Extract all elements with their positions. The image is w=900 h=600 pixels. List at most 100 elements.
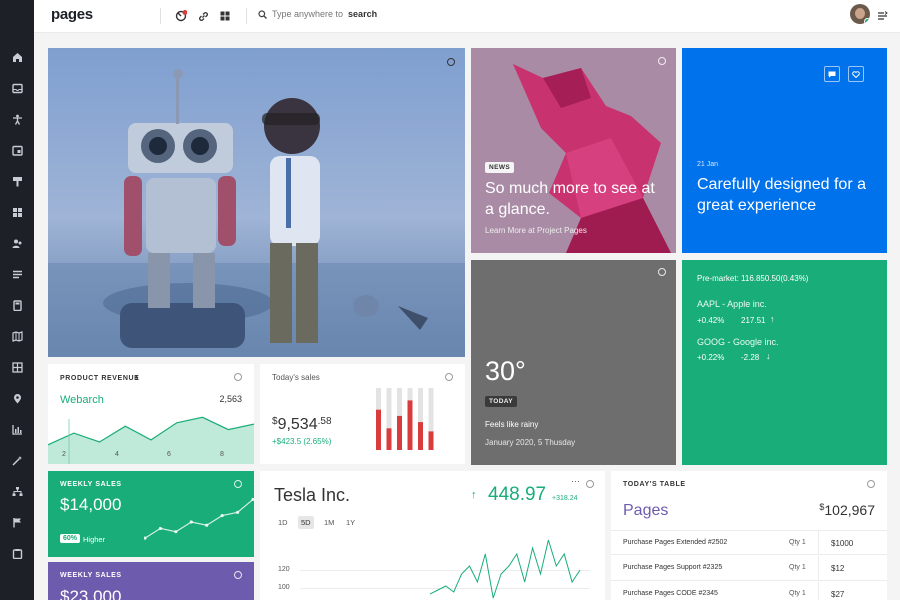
x-tick-label: 2 <box>62 451 66 458</box>
weekly-sales-point <box>189 520 193 524</box>
table-total: $102,967 <box>819 502 875 520</box>
row-price: $1000 <box>831 539 854 548</box>
calculator-icon[interactable] <box>8 296 26 314</box>
notification-icon[interactable] <box>174 9 188 23</box>
stock-name: GOOG - Google inc. <box>697 337 779 347</box>
map-icon[interactable] <box>8 327 26 345</box>
table-row[interactable]: Purchase Pages CODE #2345 Qty 1 $27 <box>611 582 887 600</box>
percent-badge: 60% <box>60 534 81 543</box>
more-icon[interactable]: ··· <box>571 476 580 486</box>
weekly-sales-title: WEEKLY SALES <box>60 481 122 488</box>
range-tab-1d[interactable]: 1D <box>278 518 288 527</box>
card-refresh-icon[interactable] <box>658 268 666 276</box>
sales-bar <box>428 431 434 450</box>
arrow-down-icon: ↓ <box>766 351 771 361</box>
card-refresh-icon[interactable] <box>586 480 594 488</box>
feature-headline: Carefully designed for a great experienc… <box>697 176 866 214</box>
news-link[interactable]: Learn More at Project Pages <box>485 226 587 235</box>
card-refresh-icon[interactable] <box>658 57 666 65</box>
brush-icon[interactable] <box>8 172 26 190</box>
weather-date: January 2020, 5 Thusday <box>485 438 576 447</box>
card-refresh-icon[interactable] <box>234 571 242 579</box>
range-tab-1y[interactable]: 1Y <box>346 518 355 527</box>
card-refresh-icon[interactable] <box>867 480 875 488</box>
divider <box>160 8 161 24</box>
revenue-title: PRODUCT REVENUE <box>60 375 140 382</box>
weekly-sales-point <box>220 513 224 518</box>
weekly-sales-title: WEEKLY SALES <box>60 572 122 579</box>
pin-icon[interactable] <box>8 389 26 407</box>
sales-whole: 9,534 <box>277 416 318 433</box>
weekly-sales-value: $23,000 <box>60 587 122 600</box>
robot-boy-illustration <box>48 48 465 357</box>
avatar[interactable] <box>850 4 870 24</box>
weekly-sales-point <box>174 530 178 534</box>
inbox-icon[interactable] <box>8 79 26 97</box>
weekly-sales-point <box>205 523 209 527</box>
stock-change: +0.42% <box>697 316 725 325</box>
card-refresh-icon[interactable] <box>234 373 242 381</box>
x-tick-label: 6 <box>167 451 171 458</box>
weather-condition: Feels like rainy <box>485 420 539 429</box>
table-row[interactable]: Purchase Pages Extended #2502 Qty 1 $100… <box>611 530 887 555</box>
users-icon[interactable] <box>8 234 26 252</box>
table-icon[interactable] <box>8 358 26 376</box>
sales-change: +$423.5 (2.65%) <box>272 437 332 446</box>
search-icon <box>258 9 267 19</box>
lines-icon[interactable] <box>8 265 26 283</box>
origami-illustration <box>471 48 676 253</box>
revenue-company: Webarch <box>60 394 104 406</box>
magic-icon[interactable] <box>8 451 26 469</box>
y-tick-label: 120 <box>278 566 290 573</box>
stock-name: AAPL - Apple inc. <box>697 299 767 309</box>
heart-icon[interactable] <box>848 66 864 82</box>
sales-bar <box>397 415 402 450</box>
news-badge: NEWS <box>485 162 515 173</box>
quickview-toggle-icon[interactable] <box>875 9 889 23</box>
stock-value: 217.51 <box>741 316 766 325</box>
chart-icon[interactable] <box>8 420 26 438</box>
weekly-sales-card-purple: WEEKLY SALES $23,000 <box>48 562 254 600</box>
card-refresh-icon[interactable] <box>447 58 455 66</box>
calendar-icon[interactable] <box>8 141 26 159</box>
flag-icon[interactable] <box>8 513 26 531</box>
home-icon[interactable] <box>8 48 26 66</box>
sitemap-icon[interactable] <box>8 482 26 500</box>
row-price: $27 <box>831 590 845 599</box>
clipboard-icon[interactable] <box>8 544 26 562</box>
comment-icon[interactable] <box>824 66 840 82</box>
app-logo[interactable]: pages <box>51 6 93 23</box>
search-placeholder: Type anywhere to <box>272 9 344 19</box>
row-qty: Qty 1 <box>789 564 806 571</box>
sidebar <box>0 0 34 600</box>
chevron-right-icon[interactable]: › <box>135 372 139 384</box>
table-title: TODAY'S TABLE <box>623 481 686 488</box>
online-status-dot <box>864 18 870 24</box>
stock-value: -2.28 <box>741 353 760 362</box>
search-bar[interactable]: Type anywhere to search <box>258 9 377 19</box>
range-tab-1m[interactable]: 1M <box>324 518 334 527</box>
top-header: pages Type anywhere to search <box>34 0 900 33</box>
card-refresh-icon[interactable] <box>445 373 453 381</box>
range-tab-5d[interactable]: 5D <box>298 516 314 529</box>
apps-icon[interactable] <box>218 9 232 23</box>
grid-icon[interactable] <box>8 203 26 221</box>
x-tick-label: 8 <box>220 451 224 458</box>
row-item: Purchase Pages CODE #2345 <box>623 590 718 597</box>
news-headline: So much more to see at a glance. <box>485 180 655 218</box>
y-tick-label: 100 <box>278 584 290 591</box>
table-row[interactable]: Purchase Pages Support #2325 Qty 1 $12 <box>611 556 887 581</box>
feature-card: 21 Jan Carefully designed for a great ex… <box>682 48 887 253</box>
stock-price-change: +318.24 <box>552 495 578 502</box>
card-refresh-icon[interactable] <box>234 480 242 488</box>
search-keyword: search <box>348 9 378 19</box>
sales-cents: .58 <box>317 416 332 427</box>
person-icon[interactable] <box>8 110 26 128</box>
row-item: Purchase Pages Extended #2502 <box>623 539 728 546</box>
link-icon[interactable] <box>196 9 210 23</box>
weather-temperature: 30° <box>485 356 526 386</box>
sales-bar <box>386 428 392 450</box>
row-qty: Qty 1 <box>789 590 806 597</box>
row-qty: Qty 1 <box>789 539 806 546</box>
todays-table-card: TODAY'S TABLE Pages $102,967 Purchase Pa… <box>611 471 887 600</box>
